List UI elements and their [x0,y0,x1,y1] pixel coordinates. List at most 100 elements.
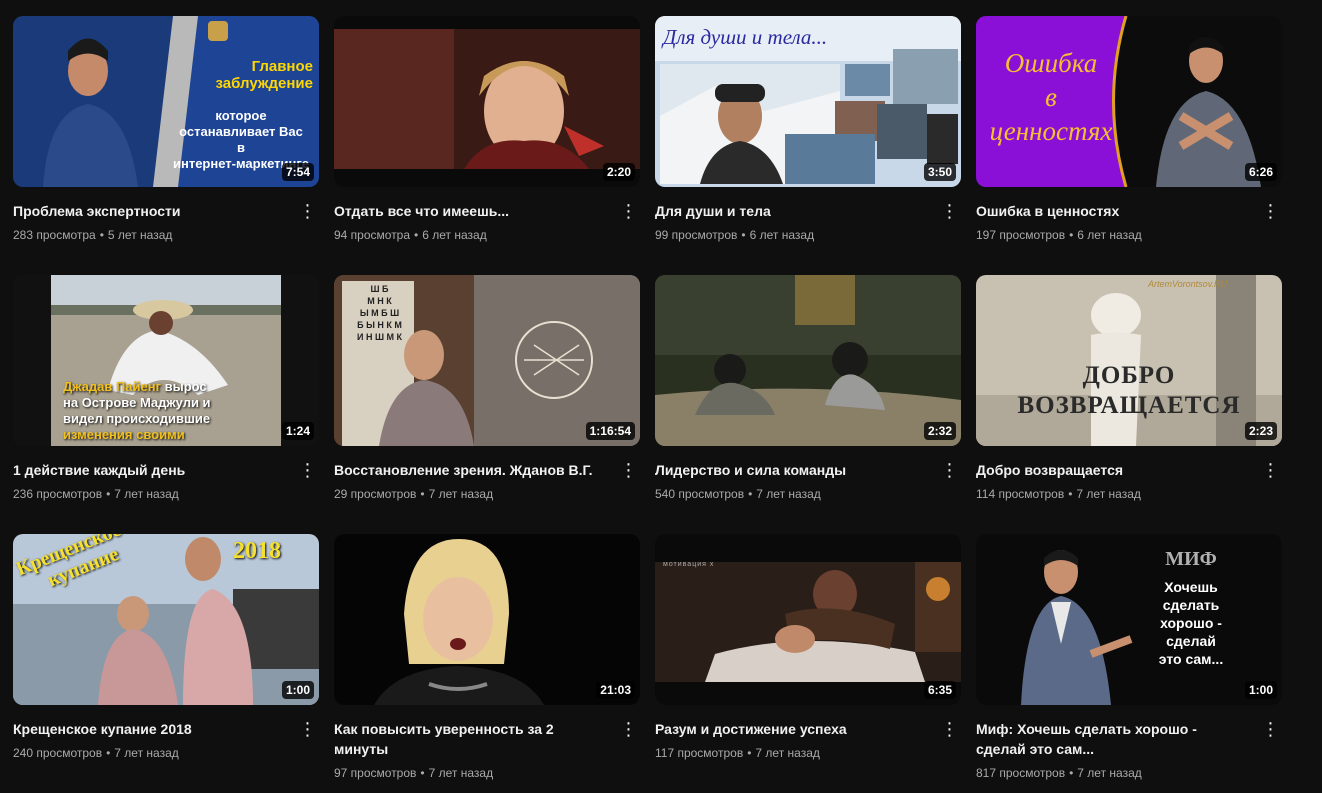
upload-age: 7 лет назад [114,746,179,760]
video-title[interactable]: 1 действие каждый день [13,460,285,480]
video-stats: 94 просмотра • 6 лет назад [334,226,606,244]
video-stats: 240 просмотров • 7 лет назад [13,744,285,762]
thumbnail-overlay-text: заблуждение [215,75,313,92]
more-actions-button[interactable]: ⋮ [616,717,640,741]
thumbnail-overlay-text: сделать [1162,597,1220,613]
view-count: 94 просмотра [334,228,411,242]
video-title[interactable]: Ошибка в ценностях [976,201,1248,221]
video-thumbnail[interactable]: ДОБРО ВОЗВРАЩАЕТСЯ ArtemVorontsov.RU 2:2… [976,275,1282,446]
vertical-ellipsis-icon: ⋮ [298,719,317,739]
upload-age: 6 лет назад [749,228,815,242]
thumbnail-overlay-text: на Острове Маджули и [63,395,211,410]
video-title[interactable]: Восстановление зрения. Жданов В.Г. [334,460,606,480]
upload-age: 6 лет назад [422,228,487,242]
video-thumbnail[interactable]: Джадав Пайенг вырос на Острове Маджули и… [13,275,319,446]
vertical-ellipsis-icon: ⋮ [940,460,959,480]
video-thumbnail[interactable]: 2:32 [655,275,961,446]
vertical-ellipsis-icon: ⋮ [619,201,638,221]
thumbnail-overlay-text: Для души и тела... [663,25,828,49]
video-stats: 97 просмотров • 7 лет назад [334,764,606,782]
video-title[interactable]: Проблема экспертности [13,201,285,221]
video-thumbnail[interactable]: Ш Б М Н К Ы М Б Ш Б Ы Н К М И Н Ш М К 1:… [334,275,640,446]
separator-dot: • [414,228,419,242]
video-card: мотивация x 6:35 Разум и достижение успе… [655,534,961,793]
duration-badge: 7:54 [281,163,314,181]
view-count: 240 просмотров [13,746,103,760]
upload-age: 6 лет назад [1077,228,1142,242]
video-meta: Восстановление зрения. Жданов В.Г. 29 пр… [334,446,640,503]
view-count: 117 просмотров [655,746,744,760]
more-actions-button[interactable]: ⋮ [937,717,961,741]
thumbnail-overlay-text: Джадав Пайенг [63,379,162,394]
more-actions-button[interactable]: ⋮ [937,458,961,482]
more-actions-button[interactable]: ⋮ [616,458,640,482]
video-title[interactable]: Миф: Хочешь сделать хорошо - сделай это … [976,719,1248,759]
video-meta: Как повысить уверенность за 2 минуты 97 … [334,705,640,782]
video-title[interactable]: Добро возвращается [976,460,1248,480]
thumbnail-overlay-text: ДОБРО [1082,362,1176,389]
video-meta: Добро возвращается 114 просмотров • 7 ле… [976,446,1282,503]
video-grid: Главное заблуждение которое останавливае… [13,16,1282,793]
thumbnail-overlay-text: изменения своими [63,427,185,442]
video-title[interactable]: Для души и тела [655,201,927,221]
thumbnail-overlay-text: Главное [251,58,313,75]
video-title[interactable]: Как повысить уверенность за 2 минуты [334,719,606,759]
duration-badge: 2:20 [602,163,635,181]
thumbnail-image [334,16,640,187]
video-thumbnail[interactable]: мотивация x 6:35 [655,534,961,705]
video-stats: 283 просмотра • 5 лет назад [13,226,285,244]
more-actions-button[interactable]: ⋮ [295,717,319,741]
more-actions-button[interactable]: ⋮ [295,199,319,223]
more-actions-button[interactable]: ⋮ [616,199,640,223]
thumbnail-overlay-text: 2018 [233,538,281,564]
video-thumbnail[interactable]: 21:03 [334,534,640,705]
video-stats: 29 просмотров • 7 лет назад [334,485,606,503]
vertical-ellipsis-icon: ⋮ [619,460,638,480]
thumbnail-overlay-text: Хочешь [1164,579,1218,595]
video-thumbnail[interactable]: Ошибка в ценностях 6:26 [976,16,1282,187]
video-title[interactable]: Крещенское купание 2018 [13,719,285,739]
thumbnail-overlay-text: видел происходившие [63,411,211,426]
thumbnail-overlay-text: ВОЗВРАЩАЕТСЯ [1017,392,1241,419]
video-thumbnail[interactable]: Главное заблуждение которое останавливае… [13,16,319,187]
duration-badge: 1:00 [281,681,314,699]
more-actions-button[interactable]: ⋮ [1258,458,1282,482]
separator-dot: • [106,487,111,501]
more-actions-button[interactable]: ⋮ [1258,199,1282,223]
duration-badge: 1:24 [281,422,314,440]
vertical-ellipsis-icon: ⋮ [298,460,317,480]
upload-age: 7 лет назад [428,766,494,780]
view-count: 114 просмотров [976,487,1065,501]
video-thumbnail[interactable]: Для души и тела... 3:50 [655,16,961,187]
view-count: 283 просмотра [13,228,96,242]
video-stats: 540 просмотров • 7 лет назад [655,485,927,503]
video-title[interactable]: Разум и достижение успеха [655,719,927,739]
vertical-ellipsis-icon: ⋮ [1261,719,1280,739]
video-title[interactable]: Отдать все что имеешь... [334,201,606,221]
duration-badge: 2:32 [923,422,956,440]
video-stats: 114 просмотров • 7 лет назад [976,485,1248,503]
separator-dot: • [748,487,753,501]
upload-age: 7 лет назад [1077,766,1142,780]
view-count: 197 просмотров [976,228,1066,242]
upload-age: 7 лет назад [1076,487,1141,501]
video-thumbnail[interactable]: Крещенское купание 2018 1:00 [13,534,319,705]
thumbnail-overlay-text: ценностях [989,116,1113,146]
more-actions-button[interactable]: ⋮ [937,199,961,223]
video-thumbnail[interactable]: 2:20 [334,16,640,187]
upload-age: 7 лет назад [114,487,179,501]
separator-dot: • [420,487,425,501]
more-actions-button[interactable]: ⋮ [295,458,319,482]
video-stats: 117 просмотров • 7 лет назад [655,744,927,762]
video-stats: 817 просмотров • 7 лет назад [976,764,1248,782]
more-actions-button[interactable]: ⋮ [1258,717,1282,741]
video-title[interactable]: Лидерство и сила команды [655,460,927,480]
duration-badge: 6:26 [1244,163,1277,181]
video-meta: Проблема экспертности 283 просмотра • 5 … [13,187,319,244]
video-card: Для души и тела... 3:50 Для души и тела … [655,16,961,275]
video-meta: Миф: Хочешь сделать хорошо - сделай это … [976,705,1282,782]
duration-badge: 3:50 [923,163,956,181]
video-thumbnail[interactable]: МИФ Хочешь сделать хорошо - сделай это с… [976,534,1282,705]
vertical-ellipsis-icon: ⋮ [619,719,638,739]
separator-dot: • [741,228,746,242]
